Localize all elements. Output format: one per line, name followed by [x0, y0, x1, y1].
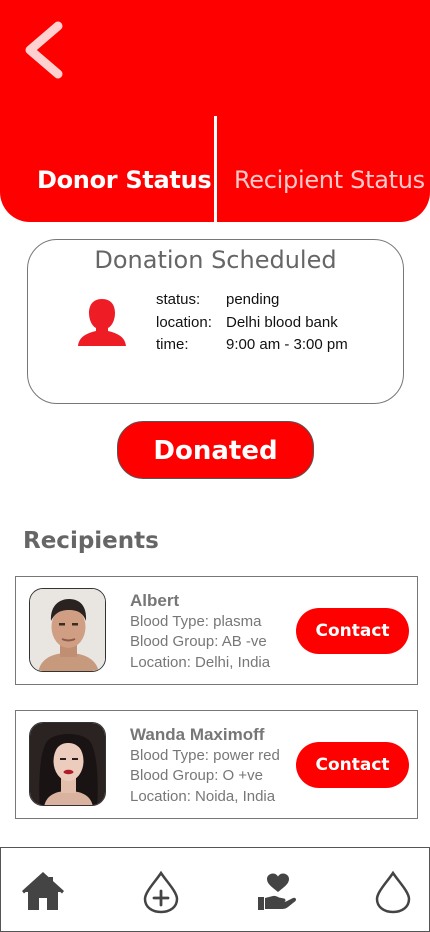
donated-button[interactable]: Donated — [117, 421, 314, 479]
status-value: pending — [226, 291, 280, 308]
chevron-left-icon — [25, 21, 63, 79]
recipients-title: Recipients — [23, 528, 159, 554]
recipient-blood-type: Blood Type: plasma — [130, 613, 262, 630]
donation-schedule-card: Donation Scheduled status: pending locat… — [27, 239, 404, 404]
recipient-card: Albert Blood Type: plasma Blood Group: A… — [15, 576, 418, 685]
tab-divider — [214, 116, 217, 222]
tab-recipient-status[interactable]: Recipient Status — [234, 166, 425, 194]
recipient-name: Albert — [130, 591, 180, 610]
status-key: status: — [156, 291, 201, 308]
time-key: time: — [156, 336, 189, 353]
recipient-blood-group: Blood Group: O +ve — [130, 767, 263, 784]
header: Donor Status Recipient Status — [0, 0, 430, 222]
home-icon — [22, 872, 64, 910]
nav-care[interactable] — [255, 870, 299, 914]
location-key: location: — [156, 314, 212, 331]
contact-button[interactable]: Contact — [296, 742, 409, 788]
avatar — [29, 722, 106, 806]
contact-button[interactable]: Contact — [296, 608, 409, 654]
nav-home[interactable] — [21, 870, 65, 914]
bottom-nav — [0, 847, 430, 932]
donate-blood-icon — [143, 870, 179, 914]
recipient-blood-group: Blood Group: AB -ve — [130, 633, 267, 650]
recipient-blood-type: Blood Type: power red — [130, 747, 280, 764]
avatar — [29, 588, 106, 672]
recipient-location: Location: Delhi, India — [130, 654, 271, 671]
hand-heart-icon — [258, 873, 297, 910]
recipient-location: Location: Noida, India — [130, 788, 276, 805]
location-value: Delhi blood bank — [226, 314, 338, 331]
nav-donate[interactable] — [139, 870, 183, 914]
recipient-name: Wanda Maximoff — [130, 725, 265, 744]
person-icon — [78, 299, 126, 346]
nav-blood-drop[interactable] — [371, 870, 415, 914]
time-value: 9:00 am - 3:00 pm — [226, 336, 348, 353]
tab-donor-status[interactable]: Donor Status — [37, 166, 212, 194]
recipient-card: Wanda Maximoff Blood Type: power red Blo… — [15, 710, 418, 819]
blood-drop-icon — [375, 870, 411, 914]
schedule-title: Donation Scheduled — [94, 246, 337, 274]
back-button[interactable] — [18, 18, 74, 82]
